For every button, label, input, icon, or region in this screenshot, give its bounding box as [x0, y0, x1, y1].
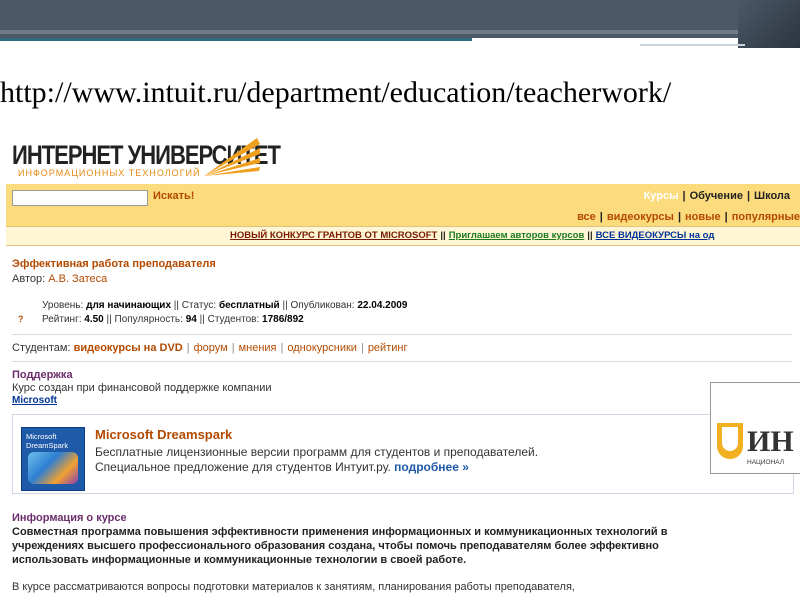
info-more-text: В курсе рассматриваются вопросы подготов… [12, 581, 575, 593]
nav-new[interactable]: новые [685, 211, 721, 223]
side-badge-panel: ИН НАЦИОНАЛ [710, 382, 800, 474]
nav-separator: | [677, 211, 682, 223]
meta-separator: || [173, 300, 179, 311]
dreamspark-title[interactable]: Microsoft Dreamspark [95, 427, 232, 442]
meta-separator: || [106, 314, 112, 325]
nav-separator: | [682, 190, 686, 202]
nav-school[interactable]: Школа [754, 190, 790, 202]
link-forum[interactable]: форум [194, 342, 228, 354]
link-dvd[interactable]: видеокурсы на DVD [74, 342, 183, 354]
published-value: 22.04.2009 [357, 300, 408, 311]
search-button[interactable]: Искать! [153, 190, 194, 202]
slide-corner-decoration [738, 0, 800, 48]
ad-authors-link[interactable]: Приглашаем авторов курсов [449, 230, 585, 241]
ad-separator: || [440, 230, 446, 241]
site-logo-subtitle: ИНФОРМАЦИОННЫХ ТЕХНОЛОГИЙ [18, 168, 201, 178]
primary-nav: Курсы | Обучение | Школа [644, 190, 790, 202]
link-opinions[interactable]: мнения [239, 342, 277, 354]
dreamspark-logo: Microsoft DreamSpark [21, 427, 85, 491]
slide-accent-line [0, 38, 472, 41]
author-label: Автор: [12, 273, 46, 285]
slide-url-title: http://www.intuit.ru/department/educatio… [0, 76, 672, 109]
link-rating[interactable]: рейтинг [368, 342, 408, 354]
link-classmates[interactable]: однокурсники [287, 342, 357, 354]
link-separator: | [360, 342, 364, 354]
rating-label: Рейтинг: [42, 314, 82, 325]
ad-grants-link[interactable]: НОВЫЙ КОНКУРС ГРАНТОВ ОТ MICROSOFT [230, 230, 437, 241]
ad-videocourses-link[interactable]: ВСЕ ВИДЕОКУРСЫ на од [596, 230, 715, 241]
dreamspark-art-icon [28, 452, 78, 484]
link-separator: | [280, 342, 284, 354]
website-screenshot: ИНТЕРНЕТ УНИВЕРСИТЕТ ИНФОРМАЦИОННЫХ ТЕХН… [6, 128, 800, 600]
popularity-label: Популярность: [114, 314, 183, 325]
nav-videocourses[interactable]: видеокурсы [607, 211, 674, 223]
side-badge-letters: ИН [747, 425, 794, 458]
support-heading: Поддержка [12, 369, 73, 381]
popularity-value: 94 [185, 314, 197, 325]
link-separator: | [231, 342, 235, 354]
dreamspark-line2: Специальное предложение для студентов Ин… [95, 460, 469, 474]
shield-inner-icon [722, 427, 738, 451]
slide-top-bar [0, 0, 800, 38]
slide-top-stripe [0, 30, 800, 34]
students-label: Студентов: [207, 314, 260, 325]
side-badge-sub: НАЦИОНАЛ [747, 459, 785, 466]
search-nav-bar: Искать! Курсы | Обучение | Школа все | видеоку… [6, 184, 800, 226]
dreamspark-line2-text: Специальное предложение для студентов Ин… [95, 460, 391, 474]
meta-separator: || [199, 314, 205, 325]
published-label: Опубликован: [290, 300, 355, 311]
ads-bar: НОВЫЙ КОНКУРС ГРАНТОВ ОТ MICROSOFT || Приг… [6, 226, 800, 246]
nav-education[interactable]: Обучение [690, 190, 743, 202]
nav-separator: | [724, 211, 728, 223]
status-label: Статус: [181, 300, 217, 311]
link-separator: | [186, 342, 190, 354]
status-value: бесплатный [218, 300, 280, 311]
secondary-nav: все | видеокурсы | новые | популярные [577, 211, 800, 223]
nav-separator: | [599, 211, 603, 223]
dreamspark-banner[interactable]: Microsoft DreamSpark Microsoft Dreamspar… [12, 414, 794, 494]
info-description: Совместная программа повышения эффективн… [12, 526, 668, 566]
nav-all[interactable]: все [577, 211, 596, 223]
nav-separator: | [746, 190, 751, 202]
dreamspark-logo-text: Microsoft DreamSpark [26, 432, 69, 450]
course-author: Автор: А.В. Затеса [12, 273, 107, 285]
meta-separator: || [282, 300, 288, 311]
logo-rays-icon [204, 138, 260, 176]
ad-separator: || [587, 230, 593, 241]
students-links-label: Студентам: [12, 342, 71, 354]
dreamspark-more-link[interactable]: подробнее » [394, 460, 469, 474]
level-label: Уровень: [42, 300, 84, 311]
site-header: ИНТЕРНЕТ УНИВЕРСИТЕТ ИНФОРМАЦИОННЫХ ТЕХН… [6, 128, 800, 183]
rating-value: 4.50 [84, 314, 104, 325]
course-meta-row-1: Уровень: для начинающих || Статус: беспл… [42, 300, 407, 311]
nav-popular[interactable]: популярные [732, 211, 800, 223]
support-microsoft-link[interactable]: Microsoft [12, 395, 57, 406]
ads-links: НОВЫЙ КОНКУРС ГРАНТОВ ОТ MICROSOFT || Приг… [230, 230, 714, 241]
divider [12, 361, 792, 362]
students-links: Студентам: видеокурсы на DVD | форум | мнени… [12, 342, 407, 354]
author-link[interactable]: А.В. Затеса [48, 273, 107, 285]
course-meta-row-2: Рейтинг: 4.50 || Популярность: 94 || Сту… [42, 314, 304, 325]
students-value: 1786/892 [262, 314, 304, 325]
divider [12, 334, 792, 335]
slide-accent-line-right [640, 44, 745, 46]
course-title: Эффективная работа преподавателя [12, 258, 216, 270]
search-input[interactable] [12, 190, 148, 206]
level-value: для начинающих [86, 300, 172, 311]
rating-help-link[interactable]: ? [18, 314, 24, 324]
info-heading: Информация о курсе [12, 512, 127, 524]
dreamspark-line1: Бесплатные лицензионные версии программ … [95, 445, 539, 459]
support-text: Курс создан при финансовой поддержке ком… [12, 382, 272, 394]
nav-courses[interactable]: Курсы [644, 190, 679, 202]
